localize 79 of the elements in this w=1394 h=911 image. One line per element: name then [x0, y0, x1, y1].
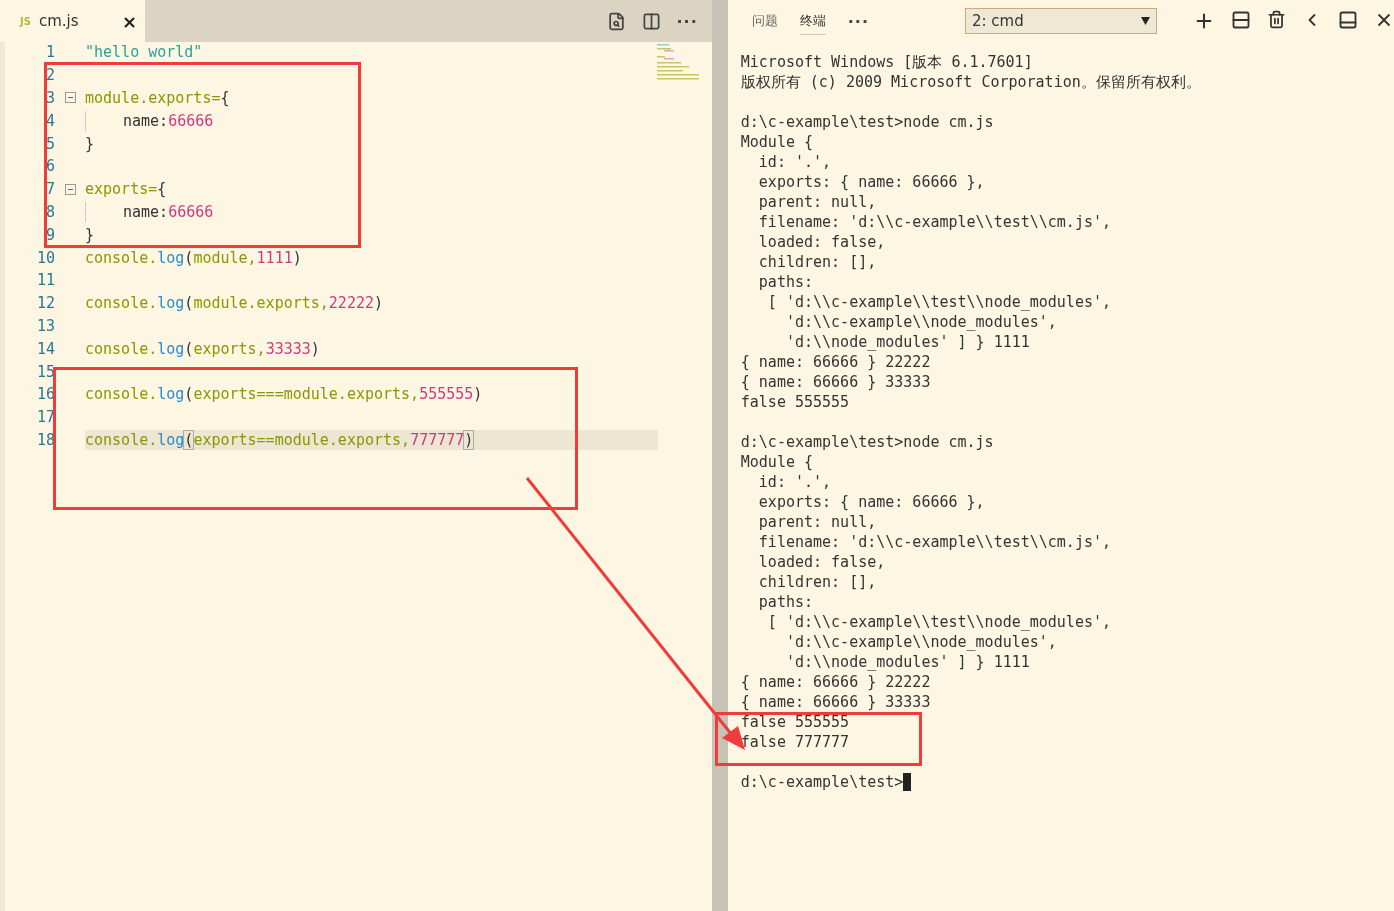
terminal-line: false 555555: [740, 713, 850, 731]
terminal-line: loaded: false,: [757, 233, 886, 251]
fold-icon[interactable]: [64, 183, 76, 195]
caret-icon: [1141, 17, 1150, 25]
line-number: 13: [35, 316, 55, 335]
terminal-line: Module {: [740, 453, 813, 471]
line-number: 4: [44, 111, 55, 130]
line-number: 14: [35, 339, 55, 358]
code-line: console.log(exports,33333): [85, 338, 320, 359]
line-number: 9: [44, 225, 55, 244]
terminal-line: id: '.',: [757, 153, 832, 171]
js-file-icon: JS: [20, 15, 31, 27]
code-line: module.exports={: [85, 88, 230, 108]
terminal-line: d:\c-example\test>node cm.js: [740, 113, 994, 131]
split-editor-icon[interactable]: [641, 11, 661, 31]
split-terminal-icon[interactable]: [1231, 10, 1251, 30]
tab-label: cm.js: [38, 12, 80, 30]
code-line: }: [85, 224, 95, 245]
line-number: 17: [35, 408, 55, 427]
terminal-line: { name: 66666 } 33333: [740, 693, 931, 711]
terminal-line: Module {: [740, 133, 813, 151]
line-number: 7: [44, 180, 55, 199]
line-number: 10: [35, 248, 55, 267]
file-search-icon[interactable]: [606, 11, 626, 31]
terminal-line: d:\c-example\test>node cm.js: [740, 433, 994, 451]
terminal-line: children: [],: [757, 573, 877, 591]
more-actions-button[interactable]: ···: [676, 11, 698, 31]
code-line: }: [85, 133, 95, 154]
more-actions-button[interactable]: ···: [847, 11, 869, 31]
line-number: 1: [44, 43, 55, 62]
terminal-line: children: [],: [757, 253, 877, 271]
terminal-line: d:\c-example\test>: [740, 773, 904, 791]
terminal-line: { name: 66666 } 22222: [740, 353, 931, 371]
file-tab[interactable]: JS cm.js ×: [0, 0, 145, 42]
line-number: 6: [44, 157, 55, 176]
terminal-line: filename: 'd:\\c-example\\test\\cm.js',: [757, 213, 1112, 231]
terminal-line: paths:: [757, 593, 813, 611]
terminal-line: false 555555: [740, 393, 850, 411]
code-line: console.log(module,1111): [85, 247, 302, 268]
terminal-line: Microsoft Windows [版本 6.1.7601]: [740, 52, 1033, 72]
terminal-select[interactable]: 2: cmd: [965, 8, 1157, 34]
scrollbar[interactable]: [711, 0, 728, 911]
line-number: 11: [35, 271, 55, 290]
terminal-line: [ 'd:\\c-example\\test\\node_modules',: [766, 293, 1112, 311]
terminal-line: 'd:\\node_modules' ] } 1111: [784, 653, 1030, 671]
trash-icon[interactable]: [1267, 10, 1286, 29]
terminal-line: 'd:\\node_modules' ] } 1111: [784, 333, 1030, 351]
terminal-line: 版权所有 (c) 2009 Microsoft Corporation。保留所有权利。: [740, 72, 1201, 92]
terminal-line: 'd:\\c-example\\node_modules',: [784, 633, 1057, 651]
line-number: 3: [44, 89, 55, 107]
terminal-line: filename: 'd:\\c-example\\test\\cm.js',: [757, 533, 1112, 551]
panel-tab[interactable]: 终端: [799, 7, 826, 35]
panel-tab[interactable]: 问题: [751, 7, 778, 35]
code-line: console.log(exports===module.exports,555555): [85, 384, 483, 405]
terminal-line: loaded: false,: [757, 553, 886, 571]
terminal-line: { name: 66666 } 33333: [740, 373, 931, 391]
line-number: 12: [35, 294, 55, 313]
terminal-line: parent: null,: [757, 193, 877, 211]
line-number: 5: [44, 134, 55, 153]
terminal-line: false 777777: [740, 733, 850, 751]
code-line: exports={: [85, 179, 167, 200]
terminal-line: [ 'd:\\c-example\\test\\node_modules',: [766, 613, 1112, 631]
maximize-panel-icon[interactable]: [1338, 10, 1358, 30]
terminal-line: exports: { name: 66666 },: [757, 173, 985, 191]
terminal-line: id: '.',: [757, 473, 832, 491]
terminal-line: { name: 66666 } 22222: [740, 673, 931, 691]
terminal-line: paths:: [757, 273, 813, 291]
code-line: "hello world": [85, 42, 203, 63]
text-cursor: [903, 773, 912, 791]
terminal-line: exports: { name: 66666 },: [757, 493, 985, 511]
code-line: name:66666: [85, 110, 214, 131]
code-line: name:66666: [85, 201, 214, 222]
close-icon[interactable]: ×: [121, 10, 137, 32]
line-number: 2: [44, 66, 55, 85]
fold-icon[interactable]: [64, 92, 76, 104]
code-line: console.log(module.exports,22222): [85, 293, 384, 314]
terminal-line: 'd:\\c-example\\node_modules',: [784, 313, 1057, 331]
line-number: 8: [44, 202, 55, 221]
terminal-line: parent: null,: [757, 513, 877, 531]
